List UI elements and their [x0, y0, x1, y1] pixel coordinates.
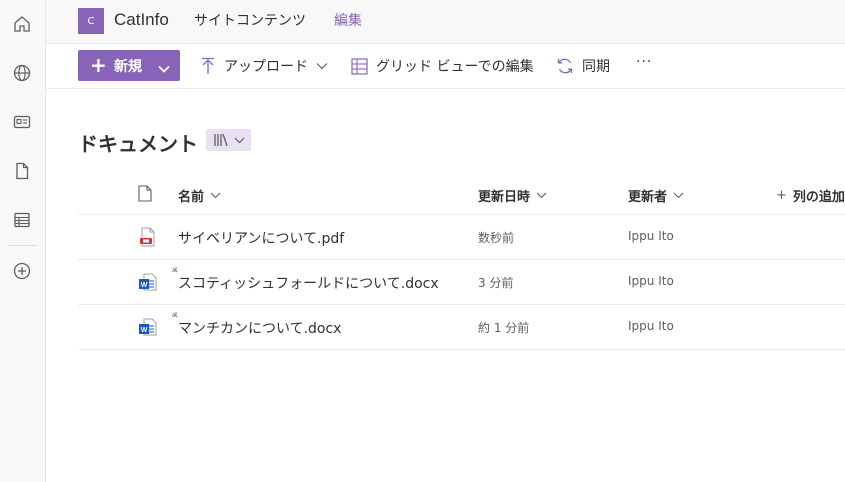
view-switcher-button[interactable]	[206, 129, 251, 151]
table-row[interactable]: W スコティッシュフォールドについて.docx 3 分前 Ippu Ito	[78, 260, 845, 305]
command-bar: + 新規 アップロード グリッド ビューでの編集 同期 ···	[46, 44, 845, 89]
table-row[interactable]: サイベリアンについて.pdf 数秒前 Ippu Ito	[78, 215, 845, 260]
site-header: C CatInfo サイトコンテンツ 編集	[46, 0, 845, 44]
list-icon[interactable]	[11, 209, 33, 231]
modified-column-label: 更新日時	[478, 190, 531, 205]
file-name[interactable]: スコティッシュフォールドについて.docx	[178, 273, 439, 293]
library-view-icon	[213, 133, 228, 147]
svg-text:W: W	[141, 282, 148, 289]
globe-icon[interactable]	[11, 62, 33, 84]
grid-view-edit-label: グリッド ビューでの編集	[376, 59, 534, 75]
chevron-down-icon	[234, 137, 244, 143]
table-row[interactable]: W マンチカンについて.docx 約 1 分前 Ippu Ito	[78, 305, 845, 350]
new-button[interactable]: + 新規	[78, 50, 180, 81]
name-column-label: 名前	[178, 190, 205, 205]
site-logo[interactable]: C	[78, 8, 104, 34]
add-column-header[interactable]: + 列の追加	[776, 186, 845, 205]
upload-icon	[202, 57, 214, 74]
chevron-down-icon	[673, 192, 684, 199]
page-title: ドキュメント	[78, 132, 198, 156]
add-circle-icon[interactable]	[11, 260, 33, 282]
pdf-icon	[138, 227, 158, 247]
site-contents-link[interactable]: サイトコンテンツ	[194, 10, 306, 30]
sync-button[interactable]: 同期	[556, 56, 610, 76]
word-icon: W	[138, 317, 158, 337]
modified-by-column-header[interactable]: 更新者	[628, 186, 684, 205]
file-modified: 3 分前	[478, 276, 514, 290]
home-icon[interactable]	[11, 13, 33, 35]
app-rail	[0, 0, 46, 482]
file-modified-by[interactable]: Ippu Ito	[628, 274, 674, 288]
name-column-header[interactable]: 名前	[178, 186, 221, 205]
modified-column-header[interactable]: 更新日時	[478, 186, 547, 205]
file-name[interactable]: マンチカンについて.docx	[178, 318, 341, 338]
file-modified: 約 1 分前	[478, 321, 530, 335]
chevron-down-icon	[536, 192, 547, 199]
add-column-label: 列の追加	[792, 190, 845, 205]
plus-icon: +	[776, 188, 787, 203]
document-icon[interactable]	[11, 160, 33, 182]
upload-label: アップロード	[224, 59, 308, 75]
new-button-label: 新規	[114, 59, 142, 75]
grid-icon	[351, 57, 368, 75]
upload-button[interactable]: アップロード	[200, 56, 336, 76]
grid-view-edit-button[interactable]: グリッド ビューでの編集	[351, 56, 534, 76]
chevron-down-icon	[316, 63, 328, 70]
chevron-down-icon	[210, 192, 221, 199]
document-icon	[138, 185, 152, 202]
site-title[interactable]: CatInfo	[114, 10, 169, 30]
modified-by-column-label: 更新者	[628, 190, 668, 205]
file-modified-by[interactable]: Ippu Ito	[628, 319, 674, 333]
svg-text:W: W	[141, 327, 148, 334]
file-modified-by[interactable]: Ippu Ito	[628, 229, 674, 243]
file-type-column-header[interactable]	[138, 185, 152, 202]
chevron-down-icon	[158, 61, 170, 77]
sync-label: 同期	[582, 59, 610, 75]
word-icon: W	[138, 272, 158, 292]
news-icon[interactable]	[11, 111, 33, 133]
edit-link[interactable]: 編集	[334, 10, 362, 30]
file-name[interactable]: サイベリアンについて.pdf	[178, 228, 344, 248]
file-modified: 数秒前	[478, 231, 515, 245]
more-button[interactable]: ···	[636, 54, 652, 70]
rail-divider	[8, 245, 38, 246]
plus-icon: +	[90, 53, 107, 77]
sync-icon	[557, 58, 573, 74]
